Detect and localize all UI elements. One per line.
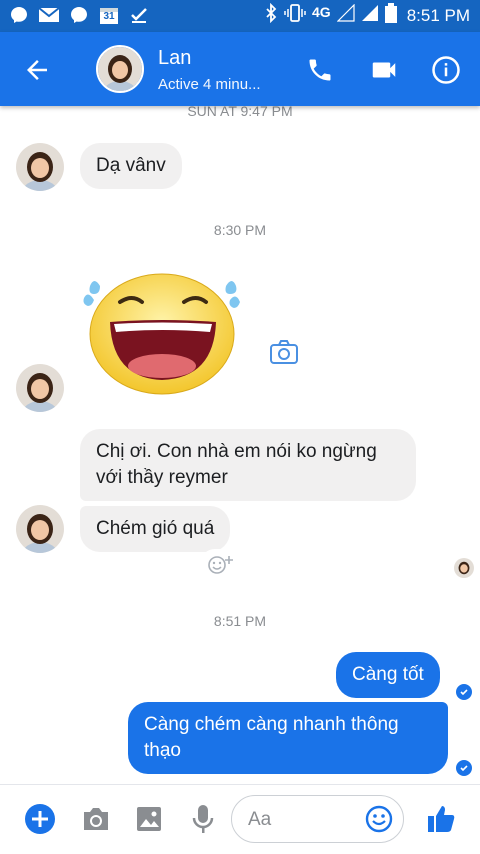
signal-icon bbox=[361, 4, 379, 27]
info-icon[interactable] bbox=[430, 54, 462, 86]
add-reaction-icon[interactable] bbox=[200, 549, 242, 579]
message-bubble[interactable]: Chị ơi. Con nhà em nói ko ngừng với thầy… bbox=[80, 429, 416, 501]
message-input-wrapper[interactable] bbox=[231, 795, 404, 843]
thumbs-up-icon[interactable] bbox=[424, 802, 458, 836]
contact-name[interactable]: Lan bbox=[158, 47, 191, 70]
signal-icon bbox=[336, 3, 355, 27]
camera-icon[interactable] bbox=[269, 339, 299, 365]
seen-check-icon bbox=[456, 760, 472, 776]
contact-status: Active 4 minu... bbox=[158, 76, 261, 93]
image-icon[interactable] bbox=[132, 802, 166, 836]
timestamp: 8:30 PM bbox=[213, 222, 267, 238]
message-bubble[interactable]: Dạ vânv bbox=[80, 143, 182, 189]
camera-icon[interactable] bbox=[79, 802, 113, 836]
avatar[interactable] bbox=[16, 143, 64, 191]
phone-icon[interactable] bbox=[304, 54, 336, 86]
plus-icon[interactable] bbox=[23, 802, 57, 836]
checkmark-icon bbox=[128, 4, 150, 26]
timestamp: 8:51 PM bbox=[213, 613, 267, 629]
seen-check-icon bbox=[456, 684, 472, 700]
calendar-day: 31 bbox=[103, 11, 115, 22]
message-thread[interactable]: SUN AT 9:47 PM Dạ vânv 8:30 PM Chị ơi. C… bbox=[0, 106, 480, 784]
bluetooth-icon bbox=[264, 2, 278, 28]
clock: 8:51 PM bbox=[406, 5, 470, 25]
message-bubble[interactable]: Chém gió quá bbox=[80, 506, 231, 552]
laughing-face-sticker[interactable] bbox=[80, 266, 240, 396]
microphone-icon[interactable] bbox=[186, 802, 220, 836]
conversation-header: Lan Active 4 minu... bbox=[0, 32, 480, 106]
messenger-icon bbox=[8, 4, 30, 26]
message-composer bbox=[0, 784, 480, 854]
read-receipt-avatar bbox=[454, 558, 474, 578]
message-bubble[interactable]: Càng tốt bbox=[336, 652, 440, 698]
status-bar: 31 4G 8:51 PM bbox=[0, 0, 480, 32]
video-camera-icon[interactable] bbox=[368, 54, 400, 86]
message-input[interactable] bbox=[246, 806, 360, 834]
messenger-icon bbox=[68, 4, 90, 26]
avatar[interactable] bbox=[96, 45, 144, 93]
back-arrow-icon[interactable] bbox=[22, 55, 52, 85]
network-type: 4G bbox=[312, 3, 331, 20]
emoji-icon[interactable] bbox=[365, 805, 393, 833]
timestamp: SUN AT 9:47 PM bbox=[187, 106, 293, 119]
battery-icon bbox=[384, 3, 397, 28]
calendar-icon: 31 bbox=[98, 4, 120, 26]
avatar[interactable] bbox=[16, 364, 64, 412]
message-bubble[interactable]: Càng chém càng nhanh thông thạo bbox=[128, 702, 448, 774]
avatar[interactable] bbox=[16, 505, 64, 553]
vibrate-icon bbox=[284, 3, 306, 28]
gmail-icon bbox=[38, 4, 60, 26]
